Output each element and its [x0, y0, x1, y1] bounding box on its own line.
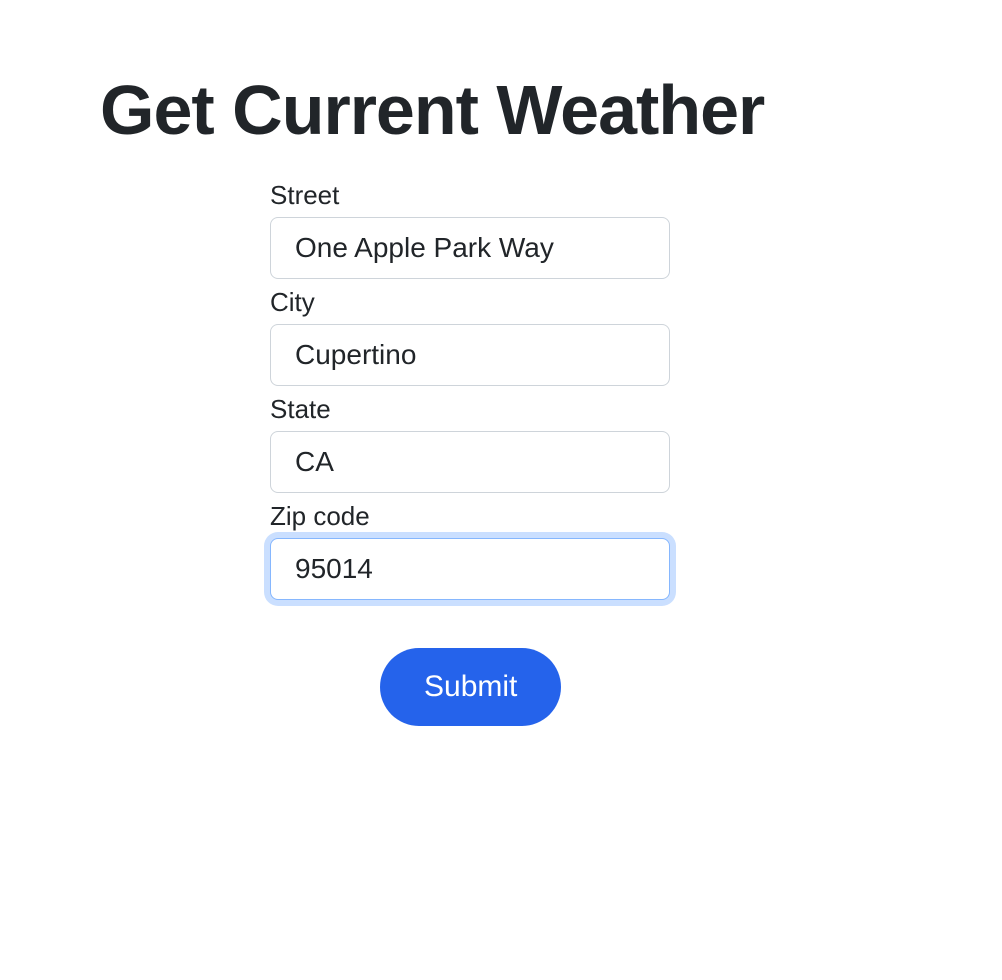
city-input[interactable] [270, 324, 670, 386]
field-group-zip: Zip code [270, 501, 1002, 600]
page-title: Get Current Weather [100, 70, 1002, 150]
city-label: City [270, 287, 1002, 318]
zip-input[interactable] [270, 538, 670, 600]
zip-label: Zip code [270, 501, 1002, 532]
field-group-street: Street [270, 180, 1002, 279]
submit-wrap: Submit [270, 648, 1002, 726]
state-input[interactable] [270, 431, 670, 493]
state-label: State [270, 394, 1002, 425]
field-group-city: City [270, 287, 1002, 386]
field-group-state: State [270, 394, 1002, 493]
street-label: Street [270, 180, 1002, 211]
street-input[interactable] [270, 217, 670, 279]
submit-button[interactable]: Submit [380, 648, 561, 726]
weather-form: Street City State Zip code Submit [100, 180, 1002, 726]
